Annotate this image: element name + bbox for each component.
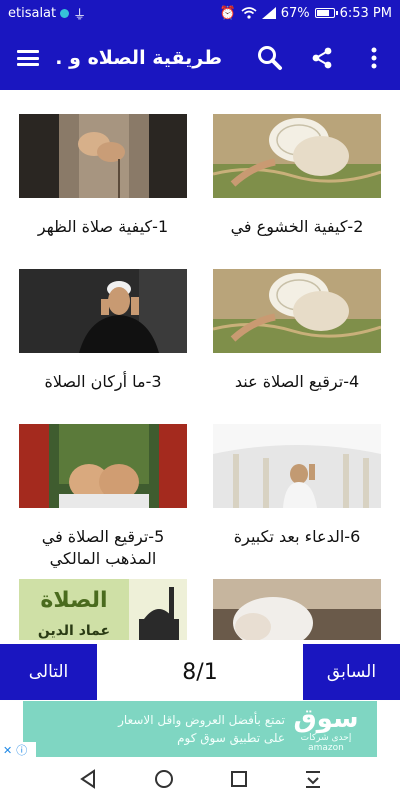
carrier-name: etisalat — [8, 5, 57, 21]
page-title: طريقية الصلاه و ... — [56, 47, 222, 69]
app-screen: etisalat ⏚ ⏰ 67% 6:53 PM طريقية الصلاه و… — [0, 0, 400, 800]
ad-container: تمتع بأفضل العروض واقل الاسعار على تطبيق… — [0, 700, 400, 758]
article-card[interactable]: 6-الدعاء بعد تكبيرة — [213, 424, 381, 548]
article-card[interactable]: 3-ما أركان الصلاة — [19, 269, 187, 393]
ad-brand-subtitle: إحدى شركات amazon — [300, 733, 352, 753]
more-vert-icon — [371, 47, 377, 69]
signal-icon — [261, 7, 276, 19]
article-card[interactable]: الصلاة عماد الدين — [19, 579, 187, 640]
ad-choices-button[interactable]: ✕ ⓘ — [0, 742, 36, 758]
usb-icon: ⏚ — [73, 7, 87, 23]
status-bar: etisalat ⏚ ⏰ 67% 6:53 PM — [0, 0, 400, 26]
ad-banner[interactable]: تمتع بأفضل العروض واقل الاسعار على تطبيق… — [23, 701, 377, 757]
recents-icon[interactable] — [230, 770, 248, 788]
article-thumbnail — [19, 424, 187, 508]
article-thumbnail — [19, 114, 187, 198]
ad-line-1: تمتع بأفضل العروض واقل الاسعار — [118, 713, 285, 727]
pager-bar: التالى 8/1 السابق — [0, 644, 400, 700]
article-title: 3-ما أركان الصلاة — [44, 372, 162, 391]
more-options-button[interactable] — [348, 26, 400, 90]
article-card[interactable]: 5-ترقيع الصلاة في المذهب المالكي — [19, 424, 187, 570]
app-toolbar: طريقية الصلاه و ... — [0, 26, 400, 90]
battery-icon — [314, 8, 338, 18]
article-card[interactable]: 4-ترقيع الصلاة عند — [213, 269, 381, 393]
ad-line-2: على تطبيق سوق كوم — [177, 731, 285, 745]
battery-percent: 67% — [280, 5, 310, 21]
share-icon — [312, 47, 332, 69]
ad-brand-name: سوق — [293, 704, 359, 734]
system-nav-bar — [0, 758, 400, 800]
book-cover-subtitle: عماد الدين — [38, 623, 110, 639]
article-thumbnail — [213, 579, 381, 640]
previous-button[interactable]: السابق — [303, 644, 400, 700]
clock: 6:53 PM — [339, 5, 392, 21]
article-title: 2-كيفية الخشوع في — [230, 217, 364, 236]
back-icon[interactable] — [78, 769, 98, 789]
page-counter: 8/1 — [97, 644, 303, 700]
menu-icon — [17, 50, 39, 66]
wifi-icon — [241, 7, 257, 19]
share-button[interactable] — [296, 26, 348, 90]
article-thumbnail — [213, 114, 381, 198]
article-card[interactable]: 2-كيفية الخشوع في — [213, 114, 381, 238]
ad-brand-logo: سوق إحدى شركات amazon — [285, 705, 367, 753]
articles-grid: 2-كيفية الخشوع في 1-كيفية صلاة الظهر 4-ت… — [0, 90, 400, 640]
search-button[interactable] — [244, 26, 296, 90]
info-icon[interactable]: ⓘ — [16, 742, 27, 758]
article-title: 1-كيفية صلاة الظهر — [37, 217, 169, 236]
search-icon — [258, 46, 282, 70]
home-icon[interactable] — [154, 769, 174, 789]
article-title: 6-الدعاء بعد تكبيرة — [233, 527, 361, 546]
next-button[interactable]: التالى — [0, 644, 97, 700]
article-thumbnail — [19, 269, 187, 353]
menu-button[interactable] — [0, 26, 56, 90]
alarm-icon: ⏰ — [219, 5, 236, 21]
notification-dot-icon — [60, 8, 70, 18]
notification-pull-icon[interactable] — [304, 769, 322, 789]
article-title: 4-ترقيع الصلاة عند — [234, 372, 360, 391]
article-thumbnail — [213, 269, 381, 353]
article-thumbnail: الصلاة عماد الدين — [19, 579, 187, 640]
article-card[interactable]: 1-كيفية صلاة الظهر — [19, 114, 187, 238]
book-cover-title: الصلاة — [40, 588, 107, 613]
ad-text: تمتع بأفضل العروض واقل الاسعار على تطبيق… — [33, 711, 285, 747]
article-thumbnail — [213, 424, 381, 508]
article-title: 5-ترقيع الصلاة في المذهب المالكي — [41, 527, 165, 568]
close-icon[interactable]: ✕ — [3, 744, 12, 757]
article-card[interactable] — [213, 579, 381, 640]
